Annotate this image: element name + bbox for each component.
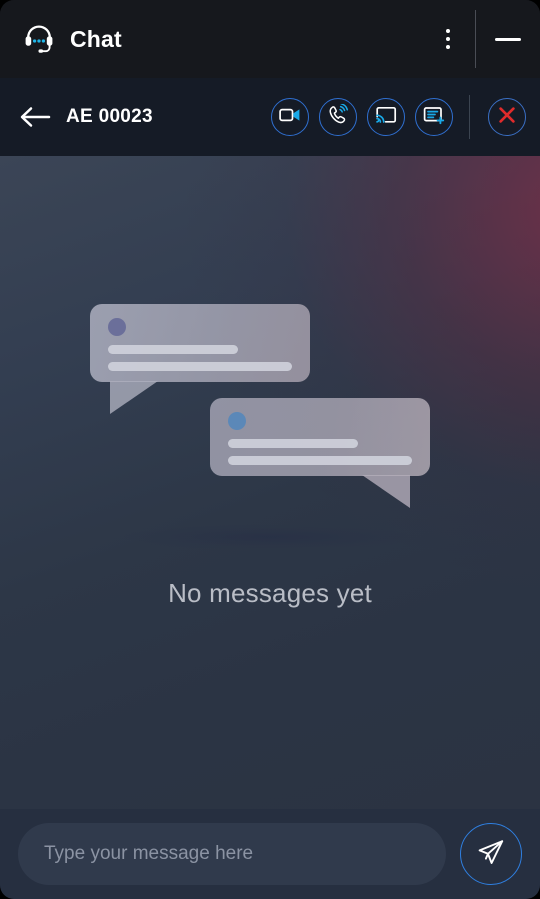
send-button[interactable] bbox=[460, 823, 522, 885]
video-call-button[interactable] bbox=[271, 98, 309, 136]
close-x-icon bbox=[496, 104, 518, 131]
add-note-button[interactable] bbox=[415, 98, 453, 136]
kebab-menu-icon[interactable] bbox=[421, 0, 475, 78]
headset-icon bbox=[22, 22, 56, 56]
minimize-dash bbox=[495, 37, 521, 41]
screen-share-button[interactable] bbox=[367, 98, 405, 136]
title-bar: Chat bbox=[0, 0, 540, 78]
illustration-bubble-two bbox=[210, 398, 430, 476]
toolbar-actions bbox=[271, 95, 526, 139]
chat-window: Chat AE 00023 No messages yet Type your … bbox=[0, 0, 540, 899]
action-toolbar: AE 00023 bbox=[0, 78, 540, 156]
empty-state: No messages yet bbox=[0, 304, 540, 609]
ringing-phone-icon bbox=[327, 102, 349, 131]
kebab-dots bbox=[446, 29, 450, 49]
add-note-icon bbox=[423, 105, 445, 130]
app-brand: Chat bbox=[22, 22, 122, 56]
screen-cast-icon bbox=[375, 105, 397, 130]
end-session-button[interactable] bbox=[488, 98, 526, 136]
bubble-text-line bbox=[228, 439, 358, 448]
conversation-id-label: AE 00023 bbox=[66, 106, 153, 127]
message-area: No messages yet bbox=[0, 156, 540, 809]
message-composer bbox=[0, 809, 540, 899]
back-arrow-icon[interactable] bbox=[18, 100, 52, 134]
bubble-text-line bbox=[228, 456, 412, 465]
illustration-shadow bbox=[120, 524, 420, 550]
bubble-text-line bbox=[108, 345, 238, 354]
bubble-text-line bbox=[108, 362, 292, 371]
send-paper-plane-icon bbox=[476, 837, 506, 872]
illustration-bubble-one bbox=[90, 304, 310, 382]
message-input[interactable] bbox=[18, 823, 446, 885]
video-camera-icon bbox=[279, 106, 301, 129]
title-bar-controls bbox=[421, 0, 540, 78]
minimize-icon[interactable] bbox=[476, 0, 540, 78]
chat-bubbles-illustration bbox=[90, 304, 450, 554]
bubble-avatar bbox=[108, 318, 126, 336]
bubble-two-tail bbox=[362, 475, 410, 508]
bubble-avatar bbox=[228, 412, 246, 430]
page-title: Chat bbox=[70, 25, 122, 52]
toolbar-divider bbox=[469, 95, 470, 139]
bubble-one-tail bbox=[110, 381, 158, 414]
empty-state-message: No messages yet bbox=[168, 578, 372, 608]
phone-call-button[interactable] bbox=[319, 98, 357, 136]
